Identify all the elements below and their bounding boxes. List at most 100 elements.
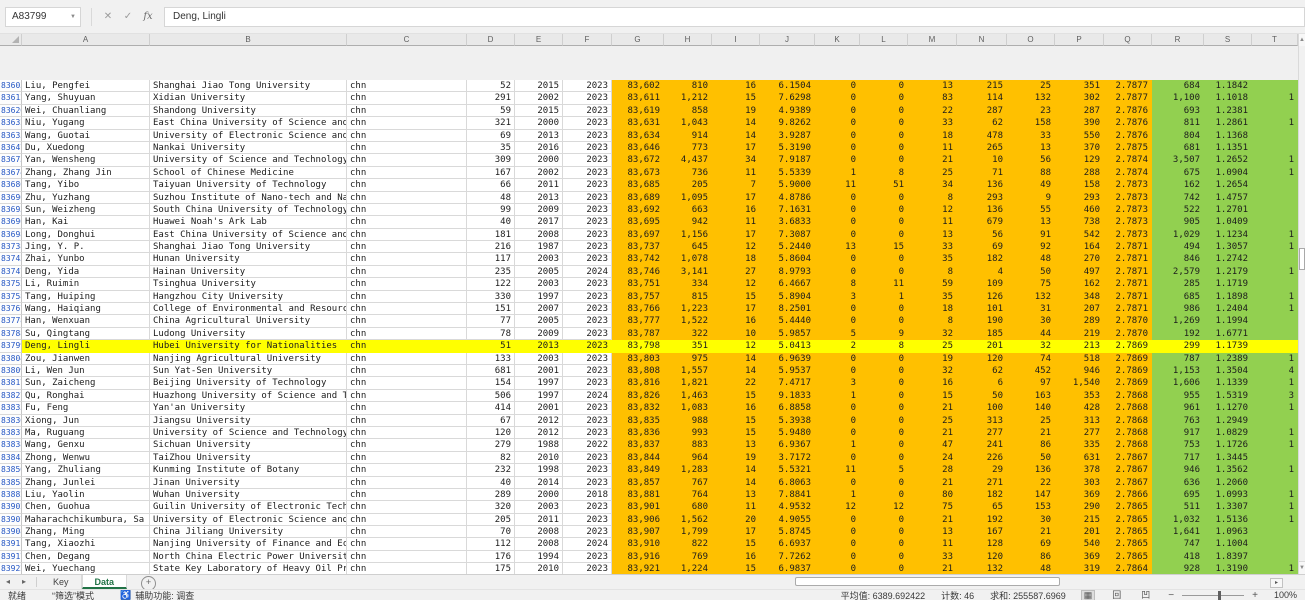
cell-D83738[interactable]: 216 xyxy=(467,241,515,253)
row-header-83693[interactable]: 83693 xyxy=(0,204,22,216)
cell-F83837[interactable]: 2023 xyxy=(563,427,612,439)
cell-N83752[interactable]: 109 xyxy=(957,278,1007,290)
hscroll-thumb[interactable] xyxy=(795,577,1060,586)
cell-A83690[interactable]: Zhu, Yuzhang xyxy=(22,192,150,204)
column-header-C[interactable]: C xyxy=(347,34,467,46)
cell-M83836[interactable]: 25 xyxy=(908,415,957,427)
cell-B83612[interactable]: Xidian University xyxy=(150,92,347,104)
cell-E83673[interactable]: 2000 xyxy=(515,154,563,166)
cell-J83882[interactable]: 7.8841 xyxy=(760,489,815,501)
cell-F83845[interactable]: 2023 xyxy=(563,452,612,464)
cell-A83603[interactable]: Liu, Pengfei xyxy=(22,80,150,92)
cell-N83902[interactable]: 65 xyxy=(957,501,1007,513)
cell-D83837[interactable]: 120 xyxy=(467,427,515,439)
cell-G83817[interactable]: 83,816 xyxy=(612,377,664,389)
cell-I83693[interactable]: 16 xyxy=(712,204,760,216)
cell-F83788[interactable]: 2023 xyxy=(563,328,612,340)
cell-D83817[interactable]: 154 xyxy=(467,377,515,389)
zoom-level[interactable]: 100% xyxy=(1274,590,1297,600)
cell-S83752[interactable]: 1.1719 xyxy=(1204,278,1252,290)
cell-A83838[interactable]: Wang, Genxu xyxy=(22,439,150,451)
cell-K83799[interactable]: 2 xyxy=(815,340,860,352)
cell-F83647[interactable]: 2023 xyxy=(563,142,612,154)
cell-H83911[interactable]: 822 xyxy=(664,538,712,550)
cell-K83743[interactable]: 0 xyxy=(815,253,860,265)
cell-S83850[interactable]: 1.3562 xyxy=(1204,464,1252,476)
cell-H83743[interactable]: 1,078 xyxy=(664,253,712,265)
row-header-83747[interactable]: 83747 xyxy=(0,266,22,278)
cell-H83693[interactable]: 663 xyxy=(664,204,712,216)
cell-E83908[interactable]: 2008 xyxy=(515,526,563,538)
cell-G83767[interactable]: 83,766 xyxy=(612,303,664,315)
row-header-83882[interactable]: 83882 xyxy=(0,489,22,501)
cell-N83767[interactable]: 101 xyxy=(957,303,1007,315)
cell-G83743[interactable]: 83,742 xyxy=(612,253,664,265)
cell-A83635[interactable]: Wang, Guotai xyxy=(22,130,150,142)
zoom-slider[interactable] xyxy=(1182,595,1244,596)
cell-M83698[interactable]: 13 xyxy=(908,229,957,241)
cell-L83836[interactable]: 0 xyxy=(860,415,908,427)
cell-T83908[interactable] xyxy=(1252,526,1298,538)
cell-F83603[interactable]: 2023 xyxy=(563,80,612,92)
cell-M83686[interactable]: 34 xyxy=(908,179,957,191)
cell-H83908[interactable]: 1,799 xyxy=(664,526,712,538)
cell-T83686[interactable] xyxy=(1252,179,1298,191)
cell-G83696[interactable]: 83,695 xyxy=(612,216,664,228)
cell-M83917[interactable]: 33 xyxy=(908,551,957,563)
horizontal-scrollbar[interactable]: ▸ xyxy=(790,577,1285,587)
cell-N83686[interactable]: 136 xyxy=(957,179,1007,191)
cell-C83858[interactable]: chn xyxy=(347,477,467,489)
zoom-slider-handle[interactable] xyxy=(1218,591,1221,600)
cell-M83837[interactable]: 21 xyxy=(908,427,957,439)
cell-D83850[interactable]: 232 xyxy=(467,464,515,476)
cell-G83907[interactable]: 83,906 xyxy=(612,514,664,526)
cell-E83752[interactable]: 2003 xyxy=(515,278,563,290)
cell-S83838[interactable]: 1.1726 xyxy=(1204,439,1252,451)
cell-O83911[interactable]: 69 xyxy=(1007,538,1055,550)
cell-E83690[interactable]: 2013 xyxy=(515,192,563,204)
column-header-Q[interactable]: Q xyxy=(1104,34,1152,46)
cell-G83850[interactable]: 83,849 xyxy=(612,464,664,476)
cell-C83647[interactable]: chn xyxy=(347,142,467,154)
cell-E83620[interactable]: 2015 xyxy=(515,105,563,117)
row-header-83836[interactable]: 83836 xyxy=(0,415,22,427)
column-header-S[interactable]: S xyxy=(1204,34,1252,46)
cell-P83908[interactable]: 201 xyxy=(1055,526,1104,538)
cell-B83693[interactable]: South China University of Technology xyxy=(150,204,347,216)
cell-Q83907[interactable]: 2.7865 xyxy=(1104,514,1152,526)
cell-Q83738[interactable]: 2.7871 xyxy=(1104,241,1152,253)
cell-L83758[interactable]: 1 xyxy=(860,291,908,303)
cell-O83788[interactable]: 44 xyxy=(1007,328,1055,340)
column-header-M[interactable]: M xyxy=(908,34,957,46)
cell-F83767[interactable]: 2023 xyxy=(563,303,612,315)
cell-E83804[interactable]: 2003 xyxy=(515,353,563,365)
cell-Q83693[interactable]: 2.7873 xyxy=(1104,204,1152,216)
cell-T83698[interactable]: 1 xyxy=(1252,229,1298,241)
cell-T83743[interactable] xyxy=(1252,253,1298,265)
cell-I83907[interactable]: 20 xyxy=(712,514,760,526)
cell-D83767[interactable]: 151 xyxy=(467,303,515,315)
cell-P83804[interactable]: 518 xyxy=(1055,353,1104,365)
cell-F83674[interactable]: 2023 xyxy=(563,167,612,179)
name-box-dropdown-icon[interactable]: ▼ xyxy=(70,14,76,20)
cell-N83758[interactable]: 126 xyxy=(957,291,1007,303)
cell-P83686[interactable]: 158 xyxy=(1055,179,1104,191)
cell-C83850[interactable]: chn xyxy=(347,464,467,476)
cell-O83799[interactable]: 32 xyxy=(1007,340,1055,352)
cell-G83693[interactable]: 83,692 xyxy=(612,204,664,216)
cell-P83635[interactable]: 550 xyxy=(1055,130,1104,142)
cell-N83690[interactable]: 293 xyxy=(957,192,1007,204)
column-header-P[interactable]: P xyxy=(1055,34,1104,46)
cell-G83612[interactable]: 83,611 xyxy=(612,92,664,104)
cell-B83908[interactable]: China Jiliang University xyxy=(150,526,347,538)
cell-K83850[interactable]: 11 xyxy=(815,464,860,476)
cell-M83693[interactable]: 12 xyxy=(908,204,957,216)
cell-A83827[interactable]: Qu, Ronghai xyxy=(22,390,150,402)
cell-J83752[interactable]: 6.4667 xyxy=(760,278,815,290)
cell-T83917[interactable] xyxy=(1252,551,1298,563)
cell-H83747[interactable]: 3,141 xyxy=(664,266,712,278)
column-header-E[interactable]: E xyxy=(515,34,563,46)
cell-P83788[interactable]: 219 xyxy=(1055,328,1104,340)
cell-O83612[interactable]: 132 xyxy=(1007,92,1055,104)
cell-N83850[interactable]: 29 xyxy=(957,464,1007,476)
